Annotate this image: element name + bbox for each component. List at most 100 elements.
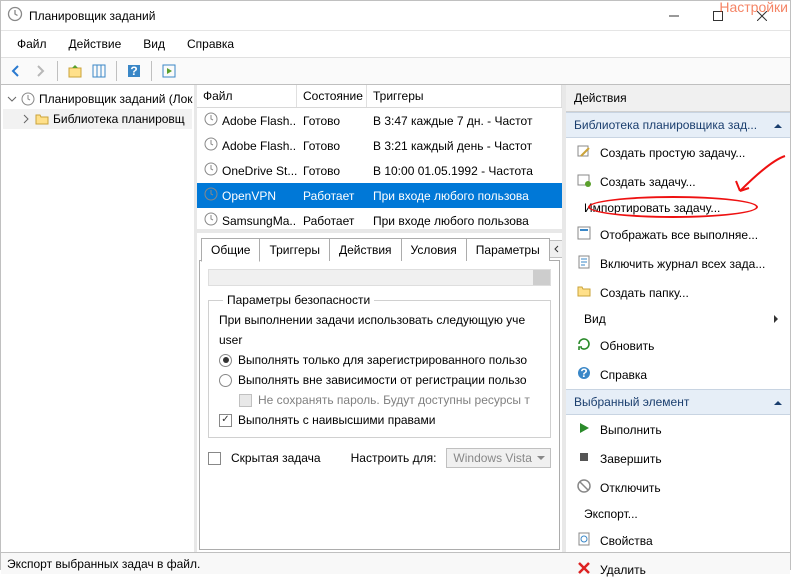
app-clock-icon — [7, 6, 29, 25]
details-pane: Общие Триггеры Действия Условия Параметр… — [197, 233, 562, 552]
task-state: Работает — [297, 187, 367, 205]
svg-text:?: ? — [580, 366, 587, 380]
minimize-button[interactable] — [652, 2, 696, 30]
action-label: Отключить — [600, 481, 661, 495]
actions-section-library[interactable]: Библиотека планировщика зад... — [566, 112, 790, 138]
horizontal-scrollbar[interactable] — [208, 269, 551, 286]
forward-button[interactable] — [29, 60, 51, 82]
close-button[interactable] — [740, 2, 784, 30]
tree-collapse-icon[interactable] — [7, 94, 17, 104]
task-name: OpenVPN — [222, 189, 276, 203]
action-label: Свойства — [600, 534, 653, 548]
action-label: Импортировать задачу... — [584, 201, 720, 215]
toolbar: ? — [1, 57, 790, 85]
collapse-icon — [774, 397, 782, 405]
menu-view[interactable]: Вид — [133, 33, 175, 55]
actions-pane-header: Действия — [566, 85, 790, 112]
run-button[interactable] — [158, 60, 180, 82]
tree-library[interactable]: Библиотека планировщ — [3, 109, 192, 129]
check-no-password — [239, 394, 252, 407]
configure-for-combo[interactable]: Windows Vista — [446, 448, 550, 468]
back-button[interactable] — [5, 60, 27, 82]
up-button[interactable] — [64, 60, 86, 82]
action-label: Создать задачу... — [600, 175, 696, 189]
menu-file[interactable]: Файл — [7, 33, 57, 55]
action--[interactable]: Выполнить — [566, 415, 790, 444]
task-name: Adobe Flash... — [222, 114, 297, 128]
clock-icon — [20, 91, 36, 107]
task-state: Готово — [297, 162, 367, 180]
column-state[interactable]: Состояние — [297, 85, 367, 107]
task-trigger: При входе любого пользова — [367, 187, 562, 205]
task-row[interactable]: Adobe Flash...ГотовоВ 3:21 каждый день -… — [197, 133, 562, 158]
check-highest-privileges[interactable] — [219, 414, 232, 427]
titlebar: Планировщик заданий — [1, 1, 790, 31]
window-title: Планировщик заданий — [29, 9, 652, 23]
action--[interactable]: Отключить — [566, 473, 790, 502]
tree-root[interactable]: Планировщик заданий (Лок — [3, 89, 192, 109]
task-state: Работает — [297, 212, 367, 230]
tab-scroll-left[interactable] — [549, 240, 562, 258]
tree-expand-icon[interactable] — [21, 114, 31, 124]
refresh-icon — [576, 336, 592, 355]
clock-icon — [203, 211, 219, 229]
menu-action[interactable]: Действие — [59, 33, 132, 55]
clock-icon — [203, 161, 219, 180]
action--[interactable]: Импортировать задачу... — [566, 196, 790, 220]
columns-button[interactable] — [88, 60, 110, 82]
task-row[interactable]: OpenVPN РаботаетПри входе любого пользова — [197, 183, 562, 208]
task-row[interactable]: Adobe Flash...ГотовоВ 3:47 каждые 7 дн. … — [197, 108, 562, 133]
menu-bar: Файл Действие Вид Справка — [1, 31, 790, 57]
action-label: Справка — [600, 368, 647, 382]
action-label: Создать папку... — [600, 286, 689, 300]
help-button[interactable]: ? — [123, 60, 145, 82]
task-name: OneDrive St... — [222, 164, 297, 178]
radio-any-user-label: Выполнять вне зависимости от регистрации… — [238, 373, 527, 387]
task-row[interactable]: OneDrive St...ГотовоВ 10:00 01.05.1992 -… — [197, 158, 562, 183]
action--[interactable]: Создать задачу... — [566, 167, 790, 196]
action-label: Вид — [584, 312, 606, 326]
action--[interactable]: Экспорт... — [566, 502, 790, 526]
action--[interactable]: ? Справка — [566, 360, 790, 389]
action--[interactable]: Создать простую задачу... — [566, 138, 790, 167]
task-row[interactable]: SamsungMa...РаботаетПри входе любого пол… — [197, 208, 562, 229]
tree-library-label: Библиотека планировщ — [53, 112, 185, 126]
action--[interactable]: Завершить — [566, 444, 790, 473]
clock-icon — [203, 136, 219, 155]
new-task-icon — [576, 172, 592, 191]
status-text: Экспорт выбранных задач в файл. — [7, 557, 200, 571]
folder-icon — [34, 111, 50, 127]
tab-triggers[interactable]: Триггеры — [259, 238, 330, 261]
task-list: Файл Состояние Триггеры Adobe Flash...Го… — [197, 85, 562, 233]
tab-strip: Общие Триггеры Действия Условия Параметр… — [199, 237, 560, 261]
action--[interactable]: Свойства — [566, 526, 790, 555]
action--[interactable]: Обновить — [566, 331, 790, 360]
tab-general[interactable]: Общие — [201, 238, 260, 262]
menu-help[interactable]: Справка — [177, 33, 244, 55]
collapse-icon — [774, 120, 782, 128]
action--[interactable]: Создать папку... — [566, 278, 790, 307]
radio-logged-on-label: Выполнять только для зарегистрированного… — [238, 353, 527, 367]
disable-icon — [576, 478, 592, 497]
actions-section-selected[interactable]: Выбранный элемент — [566, 389, 790, 415]
security-groupbox: Параметры безопасности При выполнении за… — [208, 300, 551, 438]
tab-actions[interactable]: Действия — [329, 238, 402, 261]
column-file[interactable]: Файл — [197, 85, 297, 107]
log-icon — [576, 254, 592, 273]
task-name: SamsungMa... — [222, 214, 297, 228]
action-label: Завершить — [600, 452, 662, 466]
configure-for-label: Настроить для: — [351, 451, 437, 465]
tab-parameters[interactable]: Параметры — [466, 238, 550, 261]
radio-logged-on[interactable] — [219, 354, 232, 367]
action-label: Создать простую задачу... — [600, 146, 745, 160]
radio-any-user[interactable] — [219, 374, 232, 387]
maximize-button[interactable] — [696, 2, 740, 30]
action--[interactable]: Отображать все выполняе... — [566, 220, 790, 249]
action--[interactable]: Включить журнал всех зада... — [566, 249, 790, 278]
tab-conditions[interactable]: Условия — [401, 238, 467, 261]
check-hidden-task[interactable] — [208, 452, 221, 465]
security-desc: При выполнении задачи использовать следу… — [219, 313, 540, 327]
task-state: Готово — [297, 137, 367, 155]
column-triggers[interactable]: Триггеры — [367, 85, 562, 107]
action--[interactable]: Вид — [566, 307, 790, 331]
